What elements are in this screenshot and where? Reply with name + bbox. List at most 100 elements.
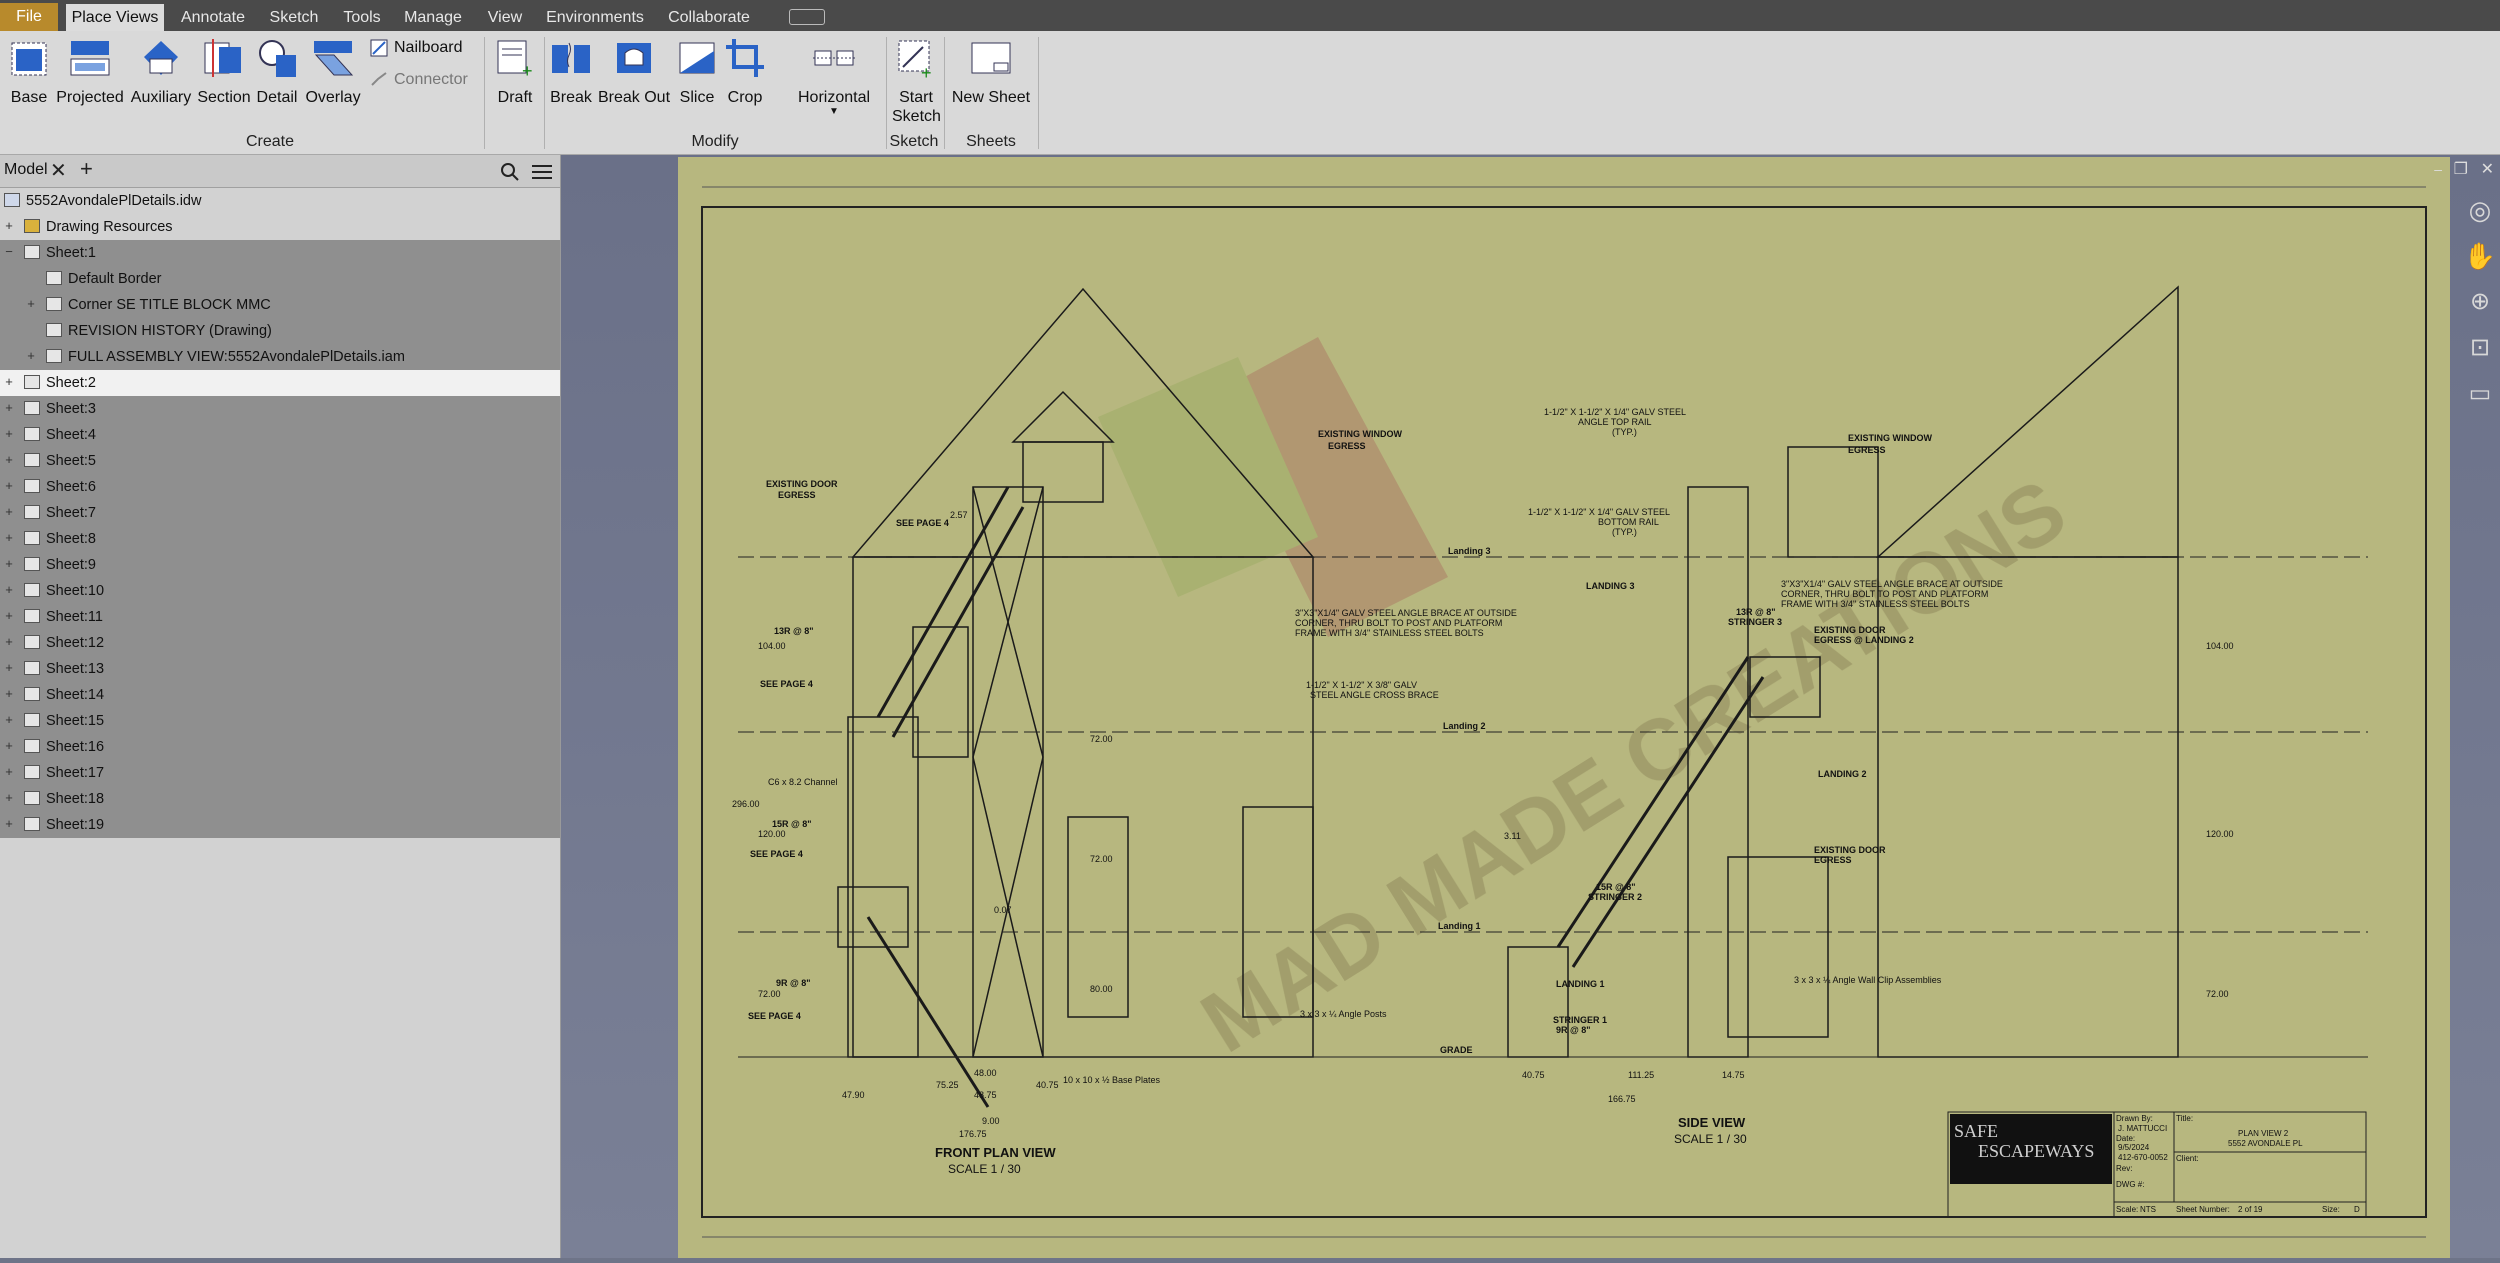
browser-sheet[interactable]: + Sheet:7 bbox=[0, 500, 560, 526]
panel-options-dropdown[interactable] bbox=[789, 9, 825, 25]
model-tab[interactable]: Model bbox=[4, 161, 48, 179]
section-view-button[interactable]: Section bbox=[196, 37, 252, 107]
detail-view-button[interactable]: Detail bbox=[254, 37, 300, 107]
expand-icon[interactable]: + bbox=[4, 635, 14, 648]
expand-icon[interactable]: + bbox=[4, 557, 14, 570]
tab-manage[interactable]: Manage bbox=[398, 4, 468, 31]
browser-sheet[interactable]: + Sheet:6 bbox=[0, 474, 560, 500]
expand-icon[interactable]: + bbox=[4, 583, 14, 596]
minimize-icon[interactable]: – bbox=[2434, 161, 2442, 177]
expand-icon[interactable]: + bbox=[4, 375, 14, 388]
browser-revision-history[interactable]: REVISION HISTORY (Drawing) bbox=[0, 318, 560, 344]
draft-view-button[interactable]: + Draft bbox=[490, 37, 540, 107]
browser-default-border[interactable]: Default Border bbox=[0, 266, 560, 292]
browser-sheet-1[interactable]: − Sheet:1 bbox=[0, 240, 560, 266]
dim-11125: 111.25 bbox=[1628, 1070, 1654, 1080]
expand-icon[interactable]: + bbox=[4, 219, 14, 232]
tab-annotate[interactable]: Annotate bbox=[172, 4, 254, 31]
expand-icon[interactable]: + bbox=[26, 349, 36, 362]
browser-sheet[interactable]: + Sheet:13 bbox=[0, 656, 560, 682]
expand-icon[interactable]: + bbox=[4, 687, 14, 700]
browser-sheet[interactable]: + Sheet:10 bbox=[0, 578, 560, 604]
nailboard-button[interactable]: Nailboard bbox=[370, 39, 462, 57]
expand-icon[interactable]: + bbox=[4, 609, 14, 622]
sheet-icon bbox=[24, 765, 40, 779]
browser-sheet[interactable]: + Sheet:17 bbox=[0, 760, 560, 786]
menu-icon[interactable] bbox=[532, 163, 552, 181]
browser-sheet[interactable]: + Sheet:14 bbox=[0, 682, 560, 708]
close-icon[interactable]: ✕ bbox=[50, 158, 67, 183]
projected-view-button[interactable]: Projected bbox=[54, 37, 126, 107]
horizontal-dropdown[interactable]: Horizontal ▼ bbox=[794, 37, 874, 117]
crop-button[interactable]: Crop bbox=[722, 37, 768, 107]
overlay-view-button[interactable]: Overlay bbox=[302, 37, 364, 107]
break-out-button[interactable]: Break Out bbox=[596, 37, 672, 107]
tab-file[interactable]: File bbox=[0, 3, 58, 31]
sheet-icon bbox=[24, 791, 40, 805]
browser-sheet[interactable]: + Sheet:19 bbox=[0, 812, 560, 838]
tb-date-label: Date: bbox=[2116, 1134, 2135, 1143]
sketch-panel-title: Sketch bbox=[889, 133, 939, 150]
steering-wheel-icon[interactable]: ◎ bbox=[2460, 195, 2500, 241]
browser-sheet[interactable]: + Sheet:4 bbox=[0, 422, 560, 448]
expand-icon[interactable]: + bbox=[4, 791, 14, 804]
dormer bbox=[1787, 446, 1879, 558]
expand-icon[interactable]: + bbox=[26, 297, 36, 310]
tab-collaborate[interactable]: Collaborate bbox=[656, 4, 762, 31]
zoom-window-icon[interactable]: ⊡ bbox=[2460, 333, 2500, 379]
slice-button[interactable]: Slice bbox=[674, 37, 720, 107]
expand-icon[interactable]: + bbox=[4, 427, 14, 440]
browser-sheet[interactable]: + Sheet:15 bbox=[0, 708, 560, 734]
restore-icon[interactable]: ❐ bbox=[2454, 159, 2468, 179]
connector-button[interactable]: Connector bbox=[370, 71, 468, 89]
browser-sheet[interactable]: + Sheet:8 bbox=[0, 526, 560, 552]
expand-icon[interactable]: + bbox=[4, 531, 14, 544]
tab-sketch[interactable]: Sketch bbox=[262, 4, 326, 31]
expand-icon[interactable]: + bbox=[4, 453, 14, 466]
expand-icon[interactable]: + bbox=[4, 765, 14, 778]
browser-sheet[interactable]: + Sheet:11 bbox=[0, 604, 560, 630]
expand-icon[interactable]: + bbox=[4, 817, 14, 830]
modify-panel-title: Modify bbox=[691, 133, 739, 150]
new-sheet-button[interactable]: New Sheet bbox=[950, 37, 1032, 107]
browser-sheet-2[interactable]: + Sheet:2 bbox=[0, 370, 560, 396]
collapse-icon[interactable]: − bbox=[4, 245, 14, 258]
graphics-canvas[interactable]: MAD MADE CREATIONS EXISTING DOOR EGRESS … bbox=[561, 155, 2500, 1258]
browser-drawing-resources[interactable]: + Drawing Resources bbox=[0, 214, 560, 240]
tab-view[interactable]: View bbox=[476, 4, 534, 31]
browser-sheet[interactable]: + Sheet:12 bbox=[0, 630, 560, 656]
browser-assembly-view[interactable]: + FULL ASSEMBLY VIEW:5552AvondalePlDetai… bbox=[0, 344, 560, 370]
search-icon[interactable] bbox=[500, 162, 520, 182]
start-sketch-button[interactable]: + Start Sketch bbox=[892, 37, 941, 126]
browser-title-block[interactable]: + Corner SE TITLE BLOCK MMC bbox=[0, 292, 560, 318]
expand-icon[interactable]: + bbox=[4, 739, 14, 752]
break-button[interactable]: Break bbox=[548, 37, 594, 107]
add-tab-icon[interactable]: + bbox=[80, 156, 93, 182]
close-icon[interactable]: ✕ bbox=[2481, 159, 2494, 179]
browser-root-file[interactable]: 5552AvondalePlDetails.idw bbox=[0, 188, 560, 214]
tab-environments[interactable]: Environments bbox=[542, 4, 648, 31]
auxiliary-view-button[interactable]: Auxiliary bbox=[128, 37, 194, 107]
tab-tools[interactable]: Tools bbox=[334, 4, 390, 31]
expand-icon[interactable]: + bbox=[4, 505, 14, 518]
expand-icon[interactable]: + bbox=[4, 479, 14, 492]
pan-hand-icon[interactable]: ✋ bbox=[2460, 241, 2500, 287]
drawing-sheet[interactable]: MAD MADE CREATIONS EXISTING DOOR EGRESS … bbox=[678, 157, 2450, 1258]
zoom-icon[interactable]: ⊕ bbox=[2460, 287, 2500, 333]
chevron-down-icon: ▼ bbox=[829, 106, 839, 117]
tb-title-2: 5552 AVONDALE PL bbox=[2228, 1139, 2303, 1148]
title-block-label: Corner SE TITLE BLOCK MMC bbox=[68, 297, 271, 313]
browser-sheet[interactable]: + Sheet:18 bbox=[0, 786, 560, 812]
browser-sheet[interactable]: + Sheet:3 bbox=[0, 396, 560, 422]
base-view-button[interactable]: Base bbox=[6, 37, 52, 107]
tab-place-views[interactable]: Place Views bbox=[66, 4, 164, 31]
auxiliary-view-icon bbox=[144, 41, 178, 75]
expand-icon[interactable]: + bbox=[4, 713, 14, 726]
browser-sheet[interactable]: + Sheet:16 bbox=[0, 734, 560, 760]
expand-icon[interactable]: + bbox=[4, 661, 14, 674]
navigation-bar: ◎ ✋ ⊕ ⊡ ▭ bbox=[2460, 195, 2500, 615]
zoom-all-icon[interactable]: ▭ bbox=[2460, 379, 2500, 425]
expand-icon[interactable]: + bbox=[4, 401, 14, 414]
browser-sheet[interactable]: + Sheet:9 bbox=[0, 552, 560, 578]
browser-sheet[interactable]: + Sheet:5 bbox=[0, 448, 560, 474]
